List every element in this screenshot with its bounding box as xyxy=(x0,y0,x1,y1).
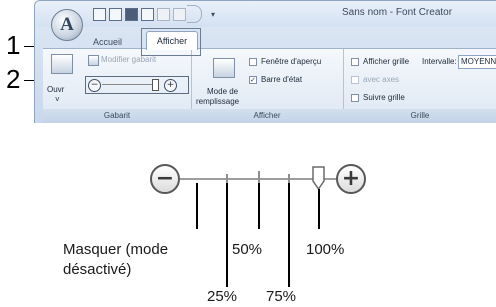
zoom-in-large-icon: + xyxy=(336,164,366,194)
zoom-slider-enlarged: − + Masquer (mode désactivé) 50% 100% 25… xyxy=(0,0,496,307)
page: { "callouts": {"one": "1", "two": "2"}, … xyxy=(0,0,496,307)
pointer-75 xyxy=(288,183,290,287)
application-button[interactable]: A xyxy=(51,9,83,41)
pointer-100 xyxy=(318,189,320,229)
tab-afficher[interactable]: Afficher xyxy=(146,31,198,50)
pointer-25 xyxy=(226,183,228,287)
zoom-thumb-large xyxy=(312,166,325,190)
label-100: 100% xyxy=(306,241,345,258)
pointer-hide xyxy=(196,183,198,229)
label-hide-line1: Masquer (mode xyxy=(63,241,169,258)
label-25: 25% xyxy=(207,288,238,305)
label-75: 75% xyxy=(266,288,297,305)
label-50: 50% xyxy=(232,241,263,258)
zoom-out-large-icon: − xyxy=(150,164,180,194)
pointer-50 xyxy=(258,183,260,229)
label-hide-line2: désactivé) xyxy=(63,261,132,278)
